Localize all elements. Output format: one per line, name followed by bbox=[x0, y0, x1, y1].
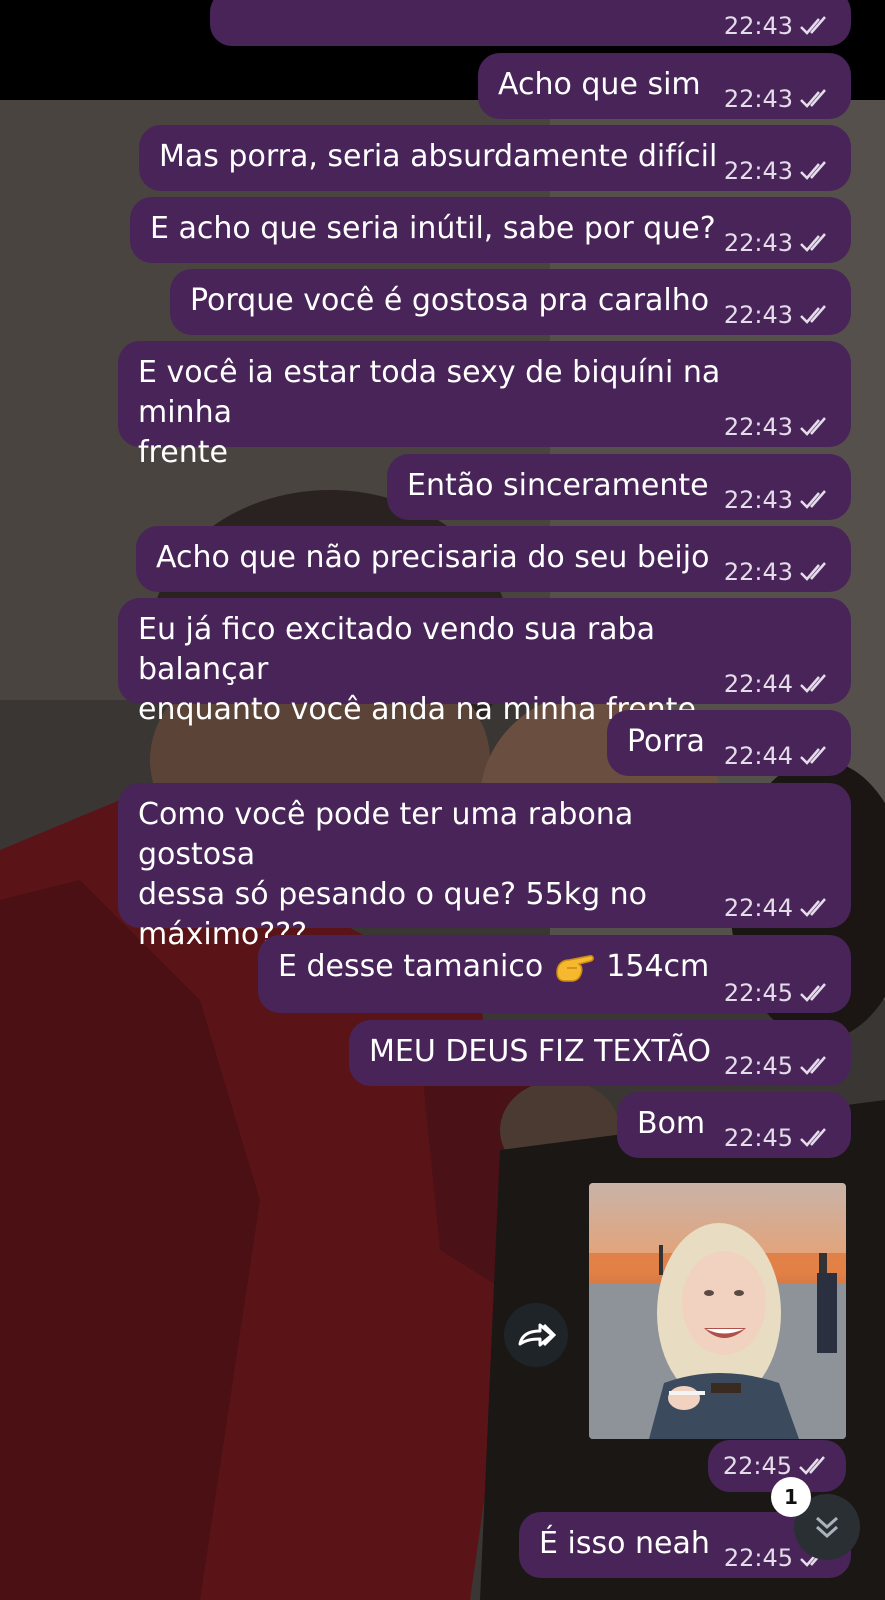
forward-arrow-icon bbox=[518, 1323, 556, 1347]
message-bubble[interactable]: E acho que seria inútil, sabe por que? 2… bbox=[130, 197, 851, 263]
message-bubble[interactable]: MEU DEUS FIZ TEXTÃO 22:45 bbox=[349, 1020, 851, 1086]
message-time: 22:45 bbox=[723, 1544, 793, 1572]
message-text: Porra bbox=[627, 724, 705, 759]
message-text: É isso neah bbox=[539, 1526, 710, 1561]
message-text: Acho que sim bbox=[498, 67, 701, 102]
message-text-part: 154cm bbox=[596, 949, 710, 984]
message-bubble[interactable]: Eu já fico excitado vendo sua raba balan… bbox=[118, 598, 851, 727]
double-check-icon bbox=[800, 490, 826, 509]
message-time: 22:43 bbox=[723, 229, 793, 257]
photo-image bbox=[589, 1183, 846, 1439]
message-bubble[interactable]: 22:43 bbox=[210, 0, 851, 46]
double-check-icon bbox=[800, 417, 826, 436]
message-bubble[interactable]: Então sinceramente 22:43 bbox=[387, 454, 851, 520]
message-text: MEU DEUS FIZ TEXTÃO bbox=[369, 1034, 712, 1069]
message-time: 22:44 bbox=[723, 742, 793, 770]
message-time: 22:43 bbox=[723, 85, 793, 113]
message-time: 22:44 bbox=[723, 670, 793, 698]
message-bubble[interactable]: Porque você é gostosa pra caralho 22:43 bbox=[170, 269, 851, 335]
message-time: 22:45 bbox=[722, 1452, 792, 1480]
double-check-icon bbox=[800, 983, 826, 1002]
message-time: 22:43 bbox=[723, 486, 793, 514]
message-bubble[interactable]: E você ia estar toda sexy de biquíni na … bbox=[118, 341, 851, 470]
message-text: Então sinceramente bbox=[407, 468, 709, 503]
message-time: 22:45 bbox=[723, 1124, 793, 1152]
message-text: Acho que não precisaria do seu beijo bbox=[156, 540, 710, 575]
forward-button[interactable] bbox=[504, 1303, 568, 1367]
message-bubble[interactable]: E desse tamanico 154cm 22:45 bbox=[258, 935, 851, 1013]
double-check-icon bbox=[800, 1128, 826, 1147]
photo-message[interactable] bbox=[589, 1183, 846, 1439]
message-time: 22:43 bbox=[723, 157, 793, 185]
double-check-icon bbox=[800, 233, 826, 252]
double-check-icon bbox=[800, 161, 826, 180]
double-check-icon bbox=[800, 305, 826, 324]
double-check-icon bbox=[800, 1056, 826, 1075]
double-check-icon bbox=[800, 89, 826, 108]
message-text: E desse tamanico 154cm bbox=[278, 947, 736, 987]
message-bubble[interactable]: Como você pode ter uma rabona gostosa de… bbox=[118, 783, 851, 952]
message-time: 22:43 bbox=[723, 413, 793, 441]
message-bubble[interactable]: Acho que sim 22:43 bbox=[478, 53, 851, 119]
message-text: E acho que seria inútil, sabe por que? bbox=[150, 211, 716, 246]
message-time: 22:45 bbox=[723, 979, 793, 1007]
message-time: 22:45 bbox=[723, 1052, 793, 1080]
message-text: Porque você é gostosa pra caralho bbox=[190, 283, 710, 318]
message-time: 22:44 bbox=[723, 894, 793, 922]
unread-count-badge: 1 bbox=[771, 1477, 811, 1517]
pointing-hand-emoji bbox=[555, 954, 594, 982]
message-time: 22:43 bbox=[723, 301, 793, 329]
double-check-icon bbox=[800, 898, 826, 917]
message-text-part: E desse tamanico bbox=[278, 949, 553, 984]
double-chevron-down-icon bbox=[815, 1516, 839, 1539]
message-time: 22:43 bbox=[723, 12, 793, 40]
message-text: Como você pode ter uma rabona gostosa de… bbox=[138, 797, 648, 952]
double-check-icon bbox=[800, 674, 826, 693]
message-bubble[interactable]: Acho que não precisaria do seu beijo 22:… bbox=[136, 526, 851, 592]
message-time: 22:43 bbox=[723, 558, 793, 586]
message-bubble[interactable]: Bom 22:45 bbox=[617, 1092, 851, 1158]
double-check-icon bbox=[800, 16, 826, 35]
double-check-icon bbox=[799, 1456, 825, 1475]
message-text: Bom bbox=[637, 1106, 706, 1141]
message-text: Mas porra, seria absurdamente difícil bbox=[159, 139, 718, 174]
message-bubble[interactable]: Mas porra, seria absurdamente difícil 22… bbox=[139, 125, 851, 191]
double-check-icon bbox=[800, 746, 826, 765]
double-check-icon bbox=[800, 562, 826, 581]
message-bubble[interactable]: Porra 22:44 bbox=[607, 710, 851, 776]
